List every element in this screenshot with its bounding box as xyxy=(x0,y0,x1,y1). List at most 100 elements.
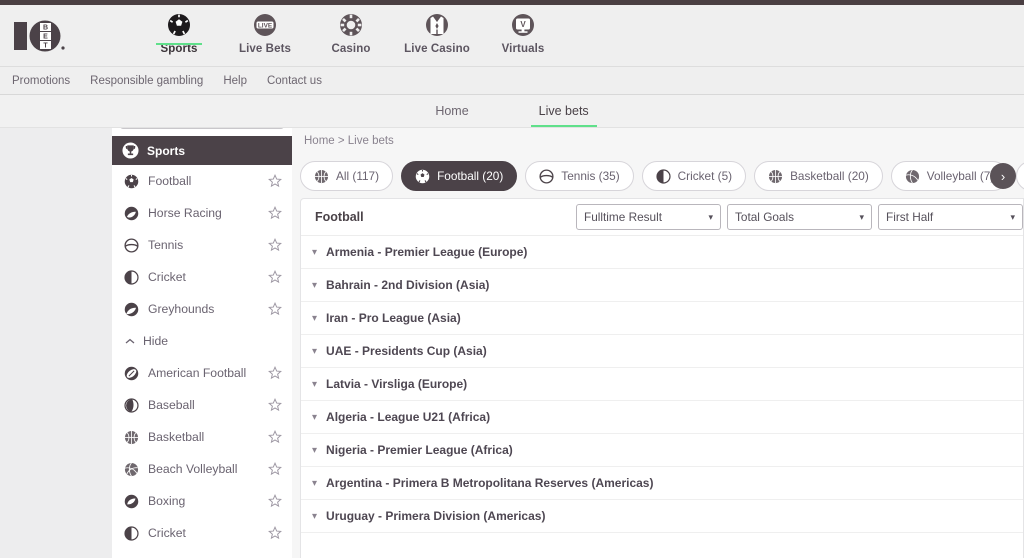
brand-logo[interactable]: B E T xyxy=(12,15,76,57)
sidebar-item-american-football[interactable]: American Football xyxy=(112,357,292,389)
select-first-half[interactable]: First Half ▾ xyxy=(878,204,1023,230)
sidebar-item-label: Horse Racing xyxy=(148,206,222,220)
sports-sidebar: Sports Football xyxy=(112,95,292,558)
nav-item-live-casino[interactable]: Live Casino xyxy=(394,5,480,55)
chevron-up-icon xyxy=(125,338,135,345)
sidebar-hide-toggle[interactable]: Hide xyxy=(112,325,292,357)
nav-label: Casino xyxy=(331,43,371,55)
league-name: Argentina - Primera B Metropolitana Rese… xyxy=(326,476,654,490)
select-fulltime-result[interactable]: Fulltime Result ▾ xyxy=(576,204,721,230)
sidebar-item-beach-volleyball[interactable]: Beach Volleyball xyxy=(112,453,292,485)
league-row[interactable]: ▾ UAE - Presidents Cup (Asia) xyxy=(301,335,1023,368)
league-row[interactable]: ▾ Nigeria - Premier League (Africa) xyxy=(301,434,1023,467)
sidebar-item-horse-racing[interactable]: Horse Racing xyxy=(112,197,292,229)
sport-filter-chips: All (117) Football (20) Tennis (35) Cric… xyxy=(300,158,1024,194)
panel-header: Football Fulltime Result ▾ Total Goals ▾… xyxy=(301,199,1023,236)
sidebar-item-boxing[interactable]: Boxing xyxy=(112,485,292,517)
chip-tennis[interactable]: Tennis (35) xyxy=(525,161,634,191)
sidebar-item-cricket[interactable]: Cricket xyxy=(112,261,292,293)
league-row[interactable]: ▾ Argentina - Primera B Metropolitana Re… xyxy=(301,467,1023,500)
subnav-link-help[interactable]: Help xyxy=(223,75,247,87)
chevron-down-icon: ▾ xyxy=(312,279,318,291)
sidebar-item-label: Football xyxy=(148,174,192,188)
chip-label: Volleyball (7) xyxy=(926,169,995,183)
chip-basketball[interactable]: Basketball (20) xyxy=(754,161,883,191)
tennis-icon xyxy=(539,168,554,184)
sidebar-item-tennis[interactable]: Tennis xyxy=(112,229,292,261)
market-filters: Fulltime Result ▾ Total Goals ▾ First Ha… xyxy=(576,204,1023,230)
nav-item-live-bets[interactable]: LIVE Live Bets xyxy=(222,5,308,55)
chevron-down-icon: ▾ xyxy=(1010,211,1015,222)
nav-item-casino[interactable]: Casino xyxy=(308,5,394,55)
football-icon xyxy=(124,174,139,189)
league-row[interactable]: ▾ Uruguay - Primera Division (Americas) xyxy=(301,500,1023,533)
select-total-goals[interactable]: Total Goals ▾ xyxy=(727,204,872,230)
league-name: Latvia - Virsliga (Europe) xyxy=(326,377,468,391)
favorite-star-icon[interactable] xyxy=(268,174,282,188)
chevron-down-icon: ▾ xyxy=(312,378,318,390)
svg-text:LIVE: LIVE xyxy=(258,22,273,29)
beach-volleyball-icon xyxy=(124,462,139,477)
favorite-star-icon[interactable] xyxy=(268,430,282,444)
tuxedo-icon xyxy=(425,12,449,38)
league-name: UAE - Presidents Cup (Asia) xyxy=(326,344,487,358)
sidebar-item-cricket-2[interactable]: Cricket xyxy=(112,517,292,549)
favorite-star-icon[interactable] xyxy=(268,462,282,476)
sidebar-header-label: Sports xyxy=(147,143,186,158)
chip-cricket[interactable]: Cricket (5) xyxy=(641,161,747,191)
favorite-star-icon[interactable] xyxy=(268,270,282,284)
league-name: Algeria - League U21 (Africa) xyxy=(326,410,491,424)
sidebar-item-baseball[interactable]: Baseball xyxy=(112,389,292,421)
volleyball-icon xyxy=(905,169,920,184)
sidebar-item-greyhounds[interactable]: Greyhounds xyxy=(112,293,292,325)
basketball-icon xyxy=(124,430,139,445)
tab-home[interactable]: Home xyxy=(435,95,468,127)
football-icon xyxy=(415,169,430,184)
league-row[interactable]: ▾ Armenia - Premier League (Europe) xyxy=(301,236,1023,269)
favorite-star-icon[interactable] xyxy=(268,526,282,540)
chips-scroll-right-button[interactable]: › xyxy=(990,163,1016,189)
baseball-icon xyxy=(124,397,139,413)
favorite-star-icon[interactable] xyxy=(268,494,282,508)
subnav-link-contact-us[interactable]: Contact us xyxy=(267,75,322,87)
nav-item-virtuals[interactable]: V Virtuals xyxy=(480,5,566,55)
league-row[interactable]: ▾ Iran - Pro League (Asia) xyxy=(301,302,1023,335)
tab-live-bets[interactable]: Live bets xyxy=(530,95,597,127)
subnav-link-responsible-gambling[interactable]: Responsible gambling xyxy=(90,75,203,87)
sidebar-item-label: Tennis xyxy=(148,238,184,252)
league-row[interactable]: ▾ Algeria - League U21 (Africa) xyxy=(301,401,1023,434)
league-row[interactable]: ▾ Bahrain - 2nd Division (Asia) xyxy=(301,269,1023,302)
favorite-star-icon[interactable] xyxy=(268,302,282,316)
favorite-star-icon[interactable] xyxy=(268,398,282,412)
chevron-down-icon: ▾ xyxy=(859,211,864,222)
chevron-down-icon: ▾ xyxy=(312,477,318,489)
sidebar-header-sports[interactable]: Sports xyxy=(112,136,292,165)
greyhound-icon xyxy=(124,302,139,317)
american-football-icon xyxy=(124,366,139,381)
svg-text:E: E xyxy=(43,33,48,40)
favorite-star-icon[interactable] xyxy=(268,206,282,220)
subnav-link-promotions[interactable]: Promotions xyxy=(12,75,70,87)
chip-label: Tennis (35) xyxy=(561,169,620,183)
sidebar-item-label: Cricket xyxy=(148,526,186,540)
favorite-star-icon[interactable] xyxy=(268,366,282,380)
chip-all[interactable]: All (117) xyxy=(300,161,394,191)
boxing-icon xyxy=(124,494,139,509)
sidebar-item-label: Baseball xyxy=(148,398,195,412)
logo-icon: B E T xyxy=(14,20,65,51)
league-name: Armenia - Premier League (Europe) xyxy=(326,245,528,259)
nav-item-sports[interactable]: Sports xyxy=(136,5,222,55)
league-row[interactable]: ▾ Latvia - Virsliga (Europe) xyxy=(301,368,1023,401)
events-panel: Football Fulltime Result ▾ Total Goals ▾… xyxy=(300,198,1024,558)
sidebar-item-basketball[interactable]: Basketball xyxy=(112,421,292,453)
monitor-v-icon: V xyxy=(511,12,535,38)
chip-football[interactable]: Football (20) xyxy=(401,161,518,191)
favorite-star-icon[interactable] xyxy=(268,238,282,252)
sidebar-item-football[interactable]: Football xyxy=(112,165,292,197)
svg-text:B: B xyxy=(43,24,48,31)
chevron-down-icon: ▾ xyxy=(312,510,318,522)
chip-handball[interactable]: Handball (1) xyxy=(1016,161,1024,191)
league-name: Bahrain - 2nd Division (Asia) xyxy=(326,278,490,292)
trophy-icon xyxy=(122,142,139,159)
main-navigation: Sports LIVE Live Bets Casino Live Casino… xyxy=(136,5,566,66)
